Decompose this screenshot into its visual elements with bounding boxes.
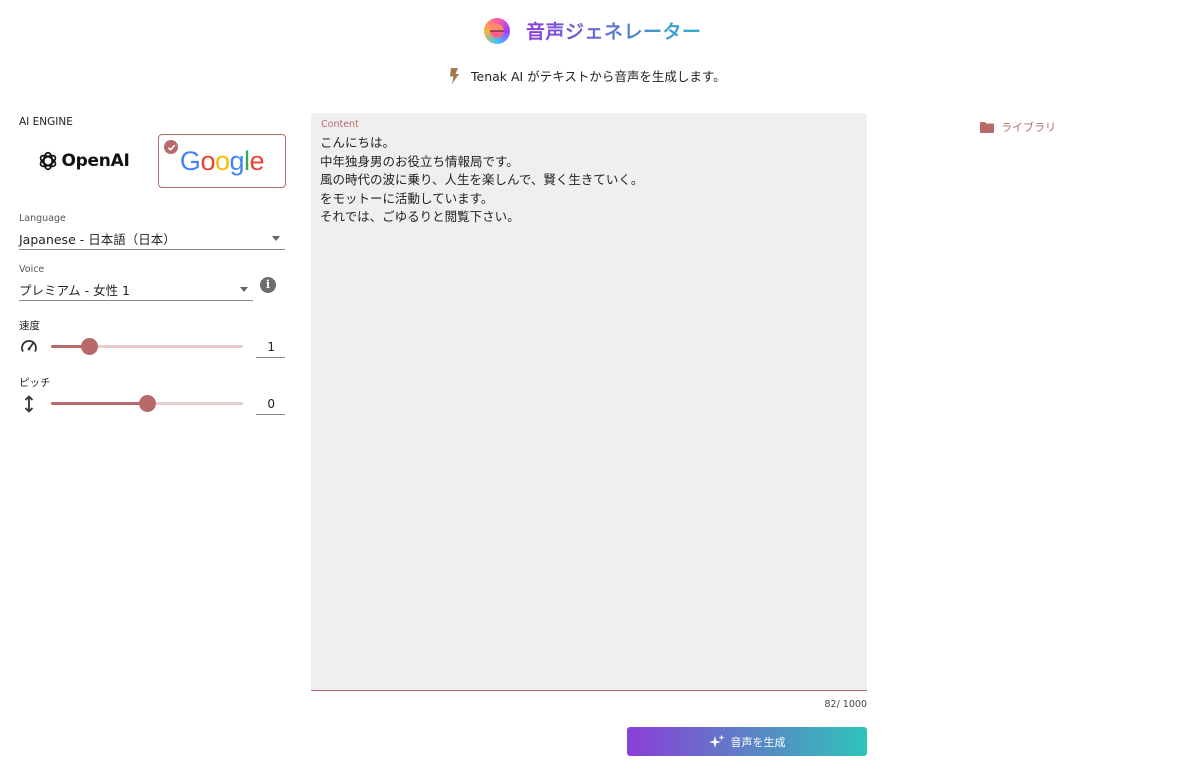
chevron-down-icon: [240, 287, 248, 292]
pitch-slider[interactable]: [51, 395, 243, 412]
language-value: Japanese - 日本語（日本）: [19, 232, 176, 247]
language-label: Language: [19, 213, 66, 224]
voice-select[interactable]: プレミアム - 女性 1: [19, 279, 253, 301]
openai-label: OpenAI: [61, 151, 130, 171]
sparkle-icon: [708, 734, 724, 748]
pitch-label: ピッチ: [19, 377, 51, 389]
page-title: 音声ジェネレーター: [526, 17, 702, 44]
library-link[interactable]: ライブラリ: [980, 119, 1056, 135]
subtitle-text: Tenak AI がテキストから音声を生成します。: [471, 69, 726, 84]
language-select[interactable]: Japanese - 日本語（日本）: [19, 228, 285, 250]
speedometer-icon: [21, 340, 37, 352]
folder-icon: [980, 121, 994, 133]
check-icon: [164, 140, 178, 154]
speed-input[interactable]: 1: [256, 336, 285, 358]
content-textarea[interactable]: Content こんにちは。 中年独身男のお役立ち情報局です。 風の時代の波に乗…: [311, 113, 867, 691]
voice-value: プレミアム - 女性 1: [19, 283, 131, 298]
content-text[interactable]: こんにちは。 中年独身男のお役立ち情報局です。 風の時代の波に乗り、人生を楽しん…: [320, 134, 850, 227]
generate-audio-button[interactable]: 音声を生成: [627, 727, 867, 756]
subtitle: Tenak AI がテキストから音声を生成します。: [448, 66, 726, 85]
engine-label: AI ENGINE: [19, 116, 73, 128]
char-count: 82/ 1000: [824, 699, 868, 710]
info-icon[interactable]: i: [260, 277, 276, 293]
speed-label: 速度: [19, 320, 40, 332]
engine-option-google[interactable]: Google: [158, 134, 286, 188]
content-label: Content: [321, 119, 359, 130]
pitch-slider-fill: [51, 402, 147, 405]
speed-slider[interactable]: [51, 338, 243, 355]
openai-logo: OpenAI: [37, 150, 130, 172]
pitch-input[interactable]: 0: [256, 393, 285, 415]
vertical-arrows-icon: [24, 395, 34, 413]
generate-button-label: 音声を生成: [730, 735, 786, 749]
chevron-down-icon: [272, 236, 280, 241]
engine-option-openai[interactable]: OpenAI: [19, 134, 147, 188]
openai-icon: [39, 151, 56, 171]
bolt-icon: [450, 67, 459, 84]
speed-slider-thumb[interactable]: [81, 338, 99, 355]
app-logo-icon: [484, 18, 510, 44]
google-logo: Google: [179, 145, 265, 176]
library-label: ライブラリ: [1001, 121, 1056, 134]
pitch-slider-thumb[interactable]: [139, 395, 156, 412]
voice-label: Voice: [19, 264, 45, 275]
